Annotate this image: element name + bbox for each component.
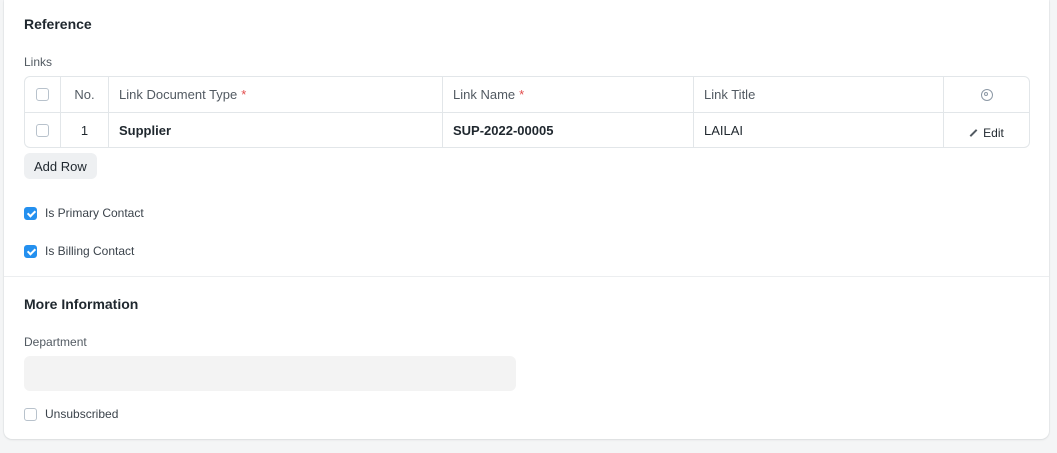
is-primary-contact-checkbox[interactable] (24, 206, 37, 220)
section-title-reference: Reference (24, 16, 92, 32)
section-divider (4, 276, 1049, 277)
row-no: 1 (61, 113, 109, 147)
header-link-document-type: Link Document Type * (109, 77, 443, 112)
header-link-name-label: Link Name (453, 87, 516, 102)
pencil-icon (969, 128, 978, 137)
gear-icon[interactable] (980, 88, 993, 101)
table-header-row: No. Link Document Type * Link Name * Link … (25, 77, 1029, 112)
row-link-title[interactable]: LAILAI (694, 113, 944, 147)
header-link-document-type-label: Link Document Type (119, 87, 238, 102)
is-primary-contact-label: Is Primary Contact (45, 206, 144, 220)
header-no: No. (61, 77, 109, 112)
contact-form-card: Reference Links No. Link Document Type * … (4, 0, 1049, 439)
select-all-checkbox[interactable] (36, 88, 49, 101)
required-mark: * (519, 87, 525, 102)
add-row-button[interactable]: Add Row (24, 153, 97, 179)
table-row[interactable]: 1 Supplier SUP-2022-00005 LAILAI Edit (25, 112, 1029, 147)
row-select-cell (25, 113, 61, 147)
row-link-document-type[interactable]: Supplier (109, 113, 443, 147)
edit-label: Edit (983, 125, 1004, 140)
department-label: Department (24, 335, 87, 349)
is-billing-contact-field[interactable]: Is Billing Contact (24, 244, 134, 258)
row-action-cell: Edit (944, 113, 1029, 147)
links-table: No. Link Document Type * Link Name * Link … (24, 76, 1030, 148)
is-primary-contact-field[interactable]: Is Primary Contact (24, 206, 144, 220)
links-label: Links (24, 55, 53, 69)
header-link-title: Link Title (694, 77, 944, 112)
header-settings-cell (944, 77, 1029, 112)
is-billing-contact-checkbox[interactable] (24, 244, 37, 258)
row-link-name[interactable]: SUP-2022-00005 (443, 113, 694, 147)
department-input[interactable] (24, 356, 516, 391)
is-billing-contact-label: Is Billing Contact (45, 244, 135, 258)
section-title-more-information: More Information (24, 296, 139, 312)
header-select-all-cell (25, 77, 61, 112)
unsubscribed-label: Unsubscribed (45, 407, 119, 421)
required-mark: * (241, 87, 247, 102)
header-link-name: Link Name * (443, 77, 694, 112)
unsubscribed-checkbox[interactable] (24, 407, 37, 421)
unsubscribed-field[interactable]: Unsubscribed (24, 407, 118, 421)
row-checkbox[interactable] (36, 124, 49, 137)
edit-row-button[interactable]: Edit (969, 126, 1004, 140)
